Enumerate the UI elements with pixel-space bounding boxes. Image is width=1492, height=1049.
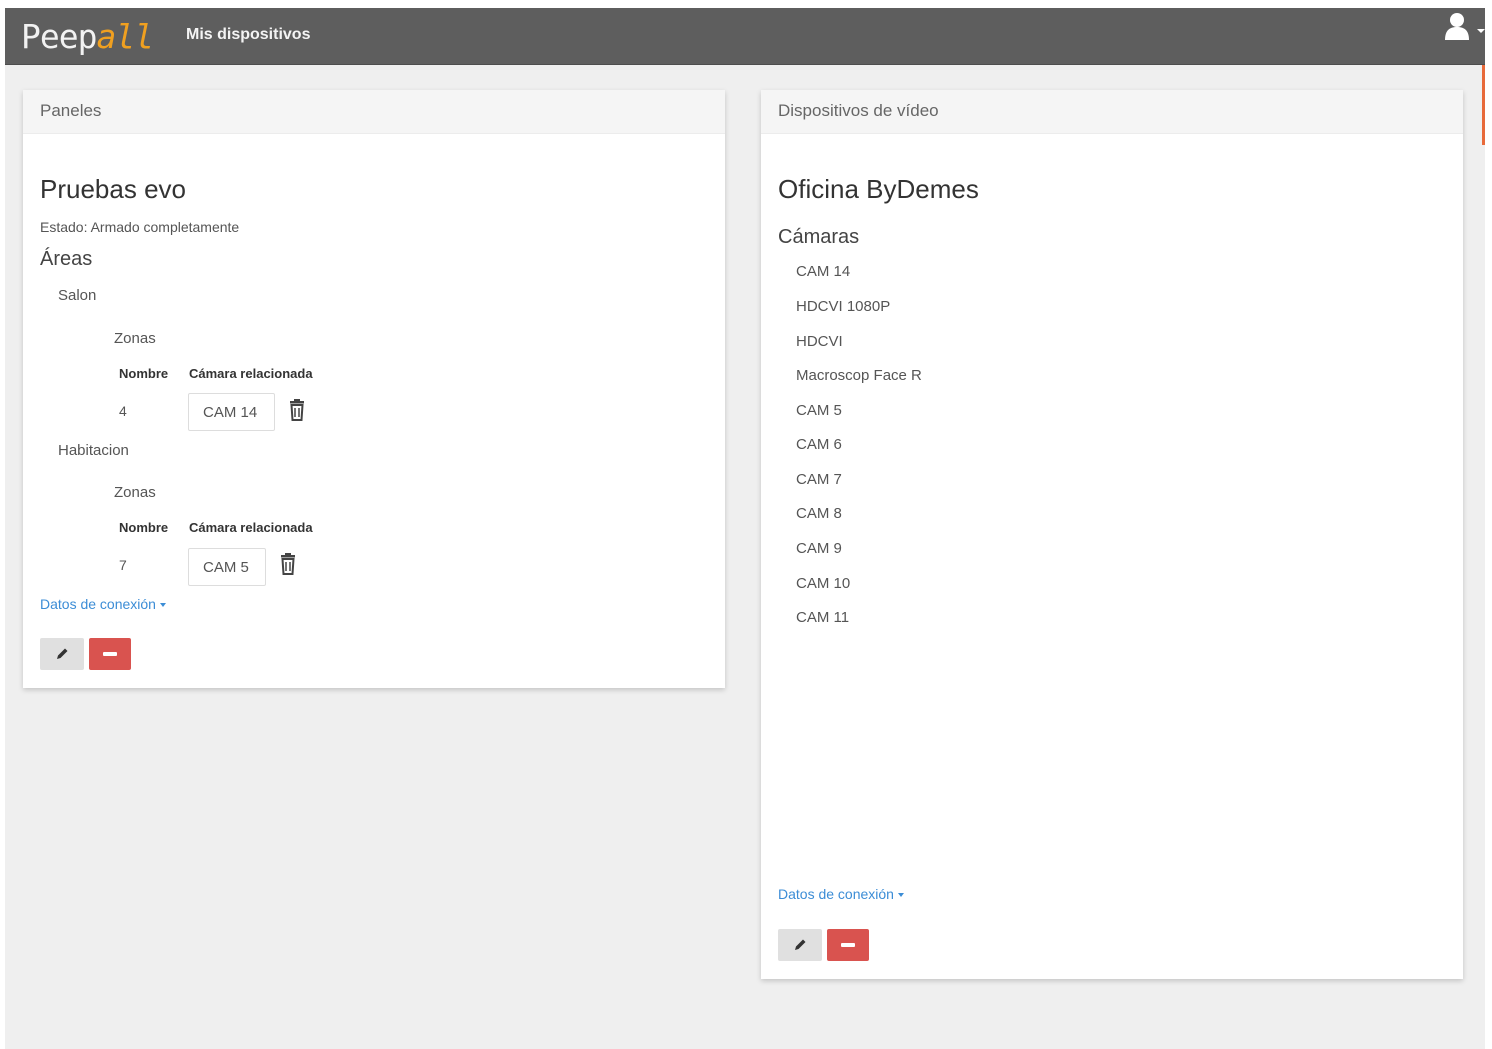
camera-select[interactable]: CAM 14 (188, 393, 275, 431)
camera-list-item: CAM 11 (796, 609, 850, 626)
connection-data-label: Datos de conexión (778, 886, 894, 902)
minus-icon (841, 943, 855, 947)
app-root: Peepall Mis dispositivos Paneles Pruebas… (5, 8, 1485, 1049)
trash-icon[interactable] (288, 399, 306, 421)
zone-name: 7 (119, 557, 127, 573)
minus-icon (103, 652, 117, 656)
trash-icon[interactable] (279, 553, 297, 575)
camera-list-item: CAM 6 (796, 436, 842, 453)
user-menu[interactable] (1425, 8, 1485, 65)
pencil-icon (57, 648, 68, 659)
camera-list-item: Macroscop Face R (796, 367, 922, 384)
device-title: Oficina ByDemes (778, 174, 979, 204)
camera-select[interactable]: CAM 5 (188, 548, 266, 586)
edit-button[interactable] (778, 929, 822, 961)
edit-button[interactable] (40, 638, 84, 670)
camera-list-item: CAM 8 (796, 505, 842, 522)
caret-down-icon (897, 893, 904, 898)
camera-list-item: CAM 14 (796, 263, 851, 280)
brand-logo-accent: all (96, 17, 154, 56)
connection-data-link[interactable]: Datos de conexión (40, 596, 166, 612)
areas-title: Áreas (40, 248, 93, 270)
nav-mis-dispositivos[interactable]: Mis dispositivos (186, 26, 310, 44)
table-header-camara: Cámara relacionada (189, 366, 313, 381)
cameras-title: Cámaras (778, 226, 860, 248)
camera-list-item: CAM 10 (796, 575, 851, 592)
zones-label: Zonas (114, 484, 156, 501)
zones-label: Zonas (114, 330, 156, 347)
panels-card: Paneles Pruebas evo Estado: Armado compl… (23, 90, 725, 688)
remove-button[interactable] (89, 638, 131, 670)
chevron-down-icon (1477, 29, 1485, 33)
pencil-icon (795, 939, 806, 950)
video-devices-heading: Dispositivos de vídeo (761, 90, 1463, 134)
scroll-indicator (1482, 65, 1485, 145)
table-header-camara: Cámara relacionada (189, 520, 313, 535)
panel-status: Estado: Armado completamente (40, 219, 240, 235)
brand-logo-main: Peep (21, 17, 97, 56)
area-name: Habitacion (58, 442, 129, 459)
area-name: Salon (58, 287, 97, 304)
zone-name: 4 (119, 403, 127, 419)
connection-data-link[interactable]: Datos de conexión (778, 886, 904, 902)
top-navbar: Peepall Mis dispositivos (5, 8, 1485, 65)
table-header-nombre: Nombre (119, 520, 169, 535)
camera-list-item: CAM 7 (796, 471, 842, 488)
camera-list-item: HDCVI (796, 333, 843, 350)
panel-title: Pruebas evo (40, 174, 186, 204)
camera-list-item: CAM 9 (796, 540, 842, 557)
table-header-nombre: Nombre (119, 366, 169, 381)
remove-button[interactable] (827, 929, 869, 961)
video-devices-card: Dispositivos de vídeo Oficina ByDemes Cá… (761, 90, 1463, 979)
camera-list-item: CAM 5 (796, 402, 842, 419)
caret-down-icon (159, 603, 166, 608)
brand-logo[interactable]: Peepall (21, 17, 154, 56)
panels-heading: Paneles (23, 90, 725, 134)
camera-list-item: HDCVI 1080P (796, 298, 891, 315)
user-icon (1445, 13, 1469, 40)
connection-data-label: Datos de conexión (40, 596, 156, 612)
